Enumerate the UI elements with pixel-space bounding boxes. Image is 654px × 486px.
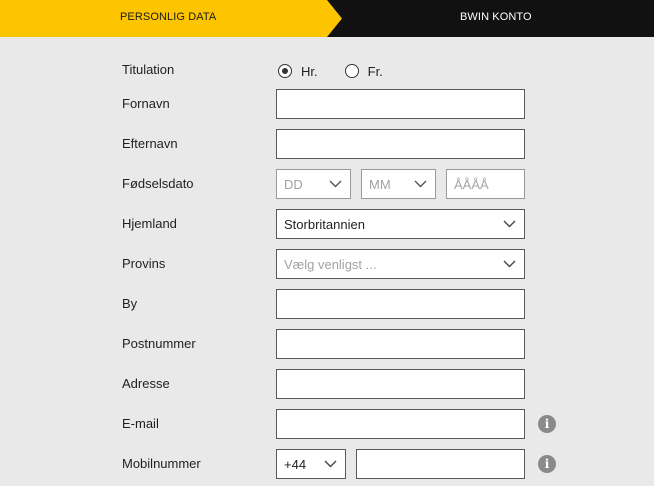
country-code-select[interactable]: +44 <box>276 449 346 479</box>
step-personal-data: PERSONLIG DATA <box>120 11 217 23</box>
province-select[interactable]: Vælg venligst ... <box>276 249 525 279</box>
birth-month-placeholder: MM <box>369 176 391 192</box>
radio-mrs-label: Fr. <box>367 63 383 79</box>
birth-day-select[interactable]: DD <box>276 169 351 199</box>
mobile-label: Mobilnummer <box>122 456 201 471</box>
radio-mrs[interactable]: Fr. <box>344 63 383 79</box>
last-name-label: Efternavn <box>122 136 178 151</box>
city-label: By <box>122 296 138 311</box>
info-icon[interactable]: i <box>538 415 556 433</box>
postal-code-label: Postnummer <box>122 336 196 351</box>
country-code-value: +44 <box>284 456 307 472</box>
radio-mr-circle[interactable] <box>278 64 292 78</box>
step-progress-bar: PERSONLIG DATA BWIN KONTO <box>0 0 654 37</box>
radio-mr-label: Hr. <box>301 63 318 79</box>
radio-mrs-circle[interactable] <box>344 64 359 78</box>
chevron-down-icon <box>494 210 524 238</box>
birth-month-select[interactable]: MM <box>361 169 436 199</box>
chevron-down-icon <box>405 170 435 198</box>
titulation-label: Titulation <box>122 62 175 77</box>
chevron-down-icon <box>315 450 345 478</box>
address-label: Adresse <box>122 376 170 391</box>
registration-page: PERSONLIG DATA BWIN KONTO Titulation Hr.… <box>0 0 654 486</box>
postal-code-input[interactable] <box>276 329 525 359</box>
step-bwin-account: BWIN KONTO <box>460 11 532 23</box>
info-icon[interactable]: i <box>538 455 556 473</box>
country-select[interactable]: Storbritannien <box>276 209 525 239</box>
province-label: Provins <box>122 256 166 271</box>
country-selected-value: Storbritannien <box>284 216 365 232</box>
first-name-input[interactable] <box>276 89 525 119</box>
mobile-number-input[interactable] <box>356 449 525 479</box>
birthdate-label: Fødselsdato <box>122 176 194 191</box>
last-name-input[interactable] <box>276 129 525 159</box>
email-input[interactable] <box>276 409 525 439</box>
province-placeholder: Vælg venligst ... <box>284 256 377 272</box>
country-label: Hjemland <box>122 216 177 231</box>
address-input[interactable] <box>276 369 525 399</box>
radio-selected-dot <box>282 68 288 74</box>
city-input[interactable] <box>276 289 525 319</box>
chevron-down-icon <box>494 250 524 278</box>
first-name-label: Fornavn <box>122 96 170 111</box>
chevron-down-icon <box>320 170 350 198</box>
birth-day-placeholder: DD <box>284 176 303 192</box>
email-label: E-mail <box>122 416 159 431</box>
birth-year-input[interactable] <box>446 169 525 199</box>
titulation-radio-group: Hr. Fr. <box>278 61 410 81</box>
radio-mr[interactable]: Hr. <box>278 64 318 79</box>
